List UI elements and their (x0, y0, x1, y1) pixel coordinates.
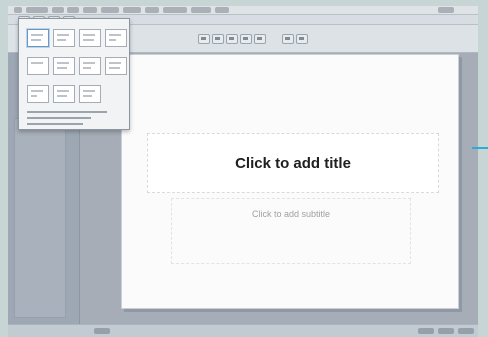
subtitle-placeholder[interactable]: Click to add subtitle (171, 198, 411, 264)
redo-icon (215, 37, 220, 40)
thumb-title-line (57, 90, 69, 92)
layout-thumb-5[interactable] (27, 57, 49, 75)
thumb-body-line (83, 39, 94, 41)
redo-button[interactable] (212, 34, 224, 44)
layout-thumb-1[interactable] (27, 29, 49, 47)
thumb-title-line (31, 34, 43, 36)
thumb-title-line (31, 90, 43, 92)
insert-button[interactable] (240, 34, 252, 44)
thumb-body-line (31, 95, 37, 97)
layout-button[interactable] (226, 34, 238, 44)
title-placeholder[interactable]: Click to add title (147, 133, 439, 193)
menu-item-insert[interactable] (101, 7, 119, 13)
undo-button[interactable] (198, 34, 210, 44)
layout-thumb-11[interactable] (79, 85, 101, 103)
thumb-title-line (83, 34, 95, 36)
menu-item-file[interactable] (52, 7, 64, 13)
layout-thumb-10[interactable] (53, 85, 75, 103)
guide-line (472, 147, 488, 149)
thumb-title-line (31, 62, 43, 64)
layout-icon (229, 37, 234, 40)
slides-pane-list[interactable] (14, 118, 66, 318)
layout-thumb-6[interactable] (53, 57, 75, 75)
menu-item-apple[interactable] (14, 7, 22, 13)
menu-item-format[interactable] (123, 7, 141, 13)
menu-item-edit[interactable] (67, 7, 79, 13)
status-bar (8, 324, 478, 337)
extra-icon (299, 37, 304, 40)
status-chip-right-3 (458, 328, 474, 334)
menu-item-help[interactable] (215, 7, 229, 13)
thumb-title-line (83, 62, 95, 64)
menu-item-window[interactable] (191, 7, 211, 13)
layout-panel-option-3[interactable] (27, 123, 83, 125)
undo-icon (201, 37, 206, 40)
layout-panel-option-1[interactable] (27, 111, 107, 113)
insert-icon (243, 37, 248, 40)
menu-item-slideshow[interactable] (163, 7, 187, 13)
more-icon (285, 37, 290, 40)
zoom-icon (257, 37, 262, 40)
layout-panel-option-2[interactable] (27, 117, 91, 119)
thumb-body-line (57, 67, 67, 69)
thumb-title-line (109, 34, 121, 36)
status-chip-right-1 (418, 328, 434, 334)
menu-item-tools[interactable] (145, 7, 159, 13)
thumb-body-line (57, 95, 67, 97)
layout-thumb-2[interactable] (53, 29, 75, 47)
slide-layout-panel[interactable] (18, 18, 130, 130)
toolbar-button-more[interactable] (282, 34, 294, 44)
thumb-title-line (57, 34, 69, 36)
status-chip-right-2 (438, 328, 454, 334)
status-chip-left (94, 328, 110, 334)
thumb-title-line (83, 90, 95, 92)
thumb-body-line (83, 67, 91, 69)
menu-bar[interactable] (8, 6, 478, 15)
layout-thumb-7[interactable] (79, 57, 101, 75)
layout-thumb-3[interactable] (79, 29, 101, 47)
thumb-body-line (83, 95, 92, 97)
menu-item-app[interactable] (26, 7, 48, 13)
zoom-button[interactable] (254, 34, 266, 44)
layout-thumb-9[interactable] (27, 85, 49, 103)
thumb-body-line (57, 39, 66, 41)
thumb-title-line (109, 62, 121, 64)
toolbar-button-extra[interactable] (296, 34, 308, 44)
menu-item-view[interactable] (83, 7, 97, 13)
layout-thumb-4[interactable] (105, 29, 127, 47)
menu-status-right[interactable] (438, 7, 454, 13)
thumb-body-line (31, 39, 41, 41)
thumb-title-line (57, 62, 69, 64)
thumb-body-line (109, 67, 120, 69)
layout-thumb-8[interactable] (105, 57, 127, 75)
thumb-body-line (109, 39, 116, 41)
